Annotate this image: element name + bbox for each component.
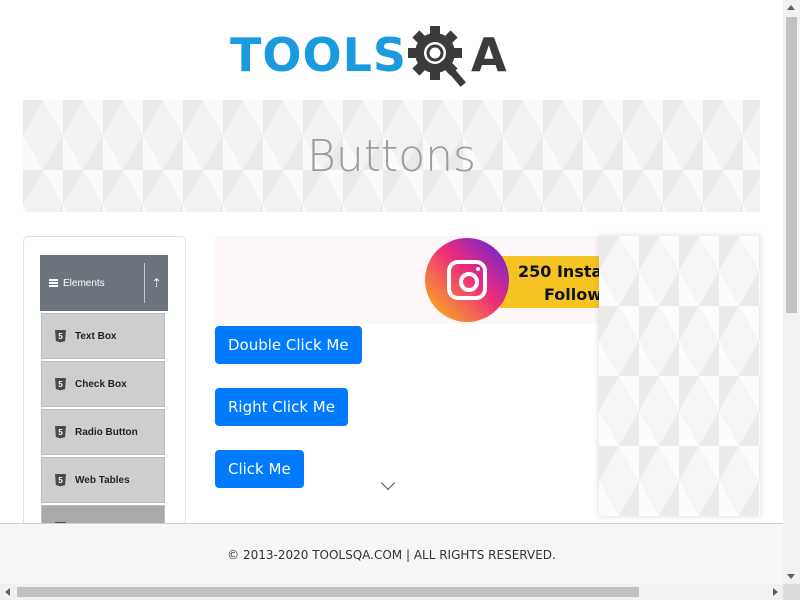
copyright-text: © 2013-2020 TOOLSQA.COM | ALL RIGHTS RES… (227, 548, 556, 562)
vertical-scrollbar[interactable] (783, 0, 800, 584)
scroll-up-icon[interactable] (787, 5, 795, 10)
horizontal-scroll-thumb[interactable] (17, 587, 639, 597)
page-title-banner: Buttons (23, 100, 760, 212)
logo-text-a: A (471, 28, 507, 82)
double-click-button[interactable]: Double Click Me (215, 326, 362, 364)
chevron-down-icon[interactable] (380, 475, 396, 491)
logo-text: TOOLS (230, 28, 408, 82)
instagram-icon (425, 238, 509, 322)
scrollbar-corner (783, 584, 800, 600)
menu-item-radio-button[interactable]: 5 Radio Button (41, 409, 165, 455)
camera-icon (447, 260, 487, 300)
menu-item-label: Web Tables (75, 474, 130, 486)
right-click-button[interactable]: Right Click Me (215, 388, 348, 426)
scroll-down-icon[interactable] (787, 574, 795, 579)
scroll-right-icon[interactable] (773, 588, 778, 596)
group-header-elements[interactable]: Elements ⇡ (40, 255, 168, 311)
horizontal-scrollbar[interactable] (0, 584, 783, 600)
ad-text: 250 Insta Follow (518, 260, 599, 306)
html5-icon: 5 (55, 329, 66, 343)
vertical-scroll-thumb[interactable] (786, 17, 797, 313)
page-title: Buttons (307, 130, 476, 182)
toolsqa-logo[interactable]: TOOLS A (230, 20, 507, 90)
instagram-ad-banner[interactable]: 250 Insta Follow (215, 236, 599, 324)
ad-line-1: 250 Insta (518, 262, 599, 281)
gear-magnifier-icon (408, 26, 466, 87)
side-ad-panel[interactable] (599, 236, 760, 516)
html5-icon: 5 (55, 425, 66, 439)
html5-icon: 5 (55, 377, 66, 391)
ad-line-2: Follow (544, 285, 599, 304)
menu-item-label: Text Box (75, 330, 117, 342)
menu-item-label: Check Box (75, 378, 127, 390)
scroll-left-icon[interactable] (5, 588, 10, 596)
menu-item-web-tables[interactable]: 5 Web Tables (41, 457, 165, 503)
menu-item-label: Radio Button (75, 426, 138, 438)
click-me-button[interactable]: Click Me (215, 450, 304, 488)
menu-item-text-box[interactable]: 5 Text Box (41, 313, 165, 359)
left-sidebar: Elements ⇡ 5 Text Box 5 Check Box 5 Radi… (23, 236, 186, 536)
menu-icon (49, 279, 58, 287)
html5-icon: 5 (55, 473, 66, 487)
menu-item-check-box[interactable]: 5 Check Box (41, 361, 165, 407)
group-title: Elements (63, 277, 105, 289)
page-footer: © 2013-2020 TOOLSQA.COM | ALL RIGHTS RES… (0, 523, 783, 584)
arrow-up-icon[interactable]: ⇡ (144, 263, 168, 303)
menu-list: 5 Text Box 5 Check Box 5 Radio Button 5 … (41, 313, 165, 535)
